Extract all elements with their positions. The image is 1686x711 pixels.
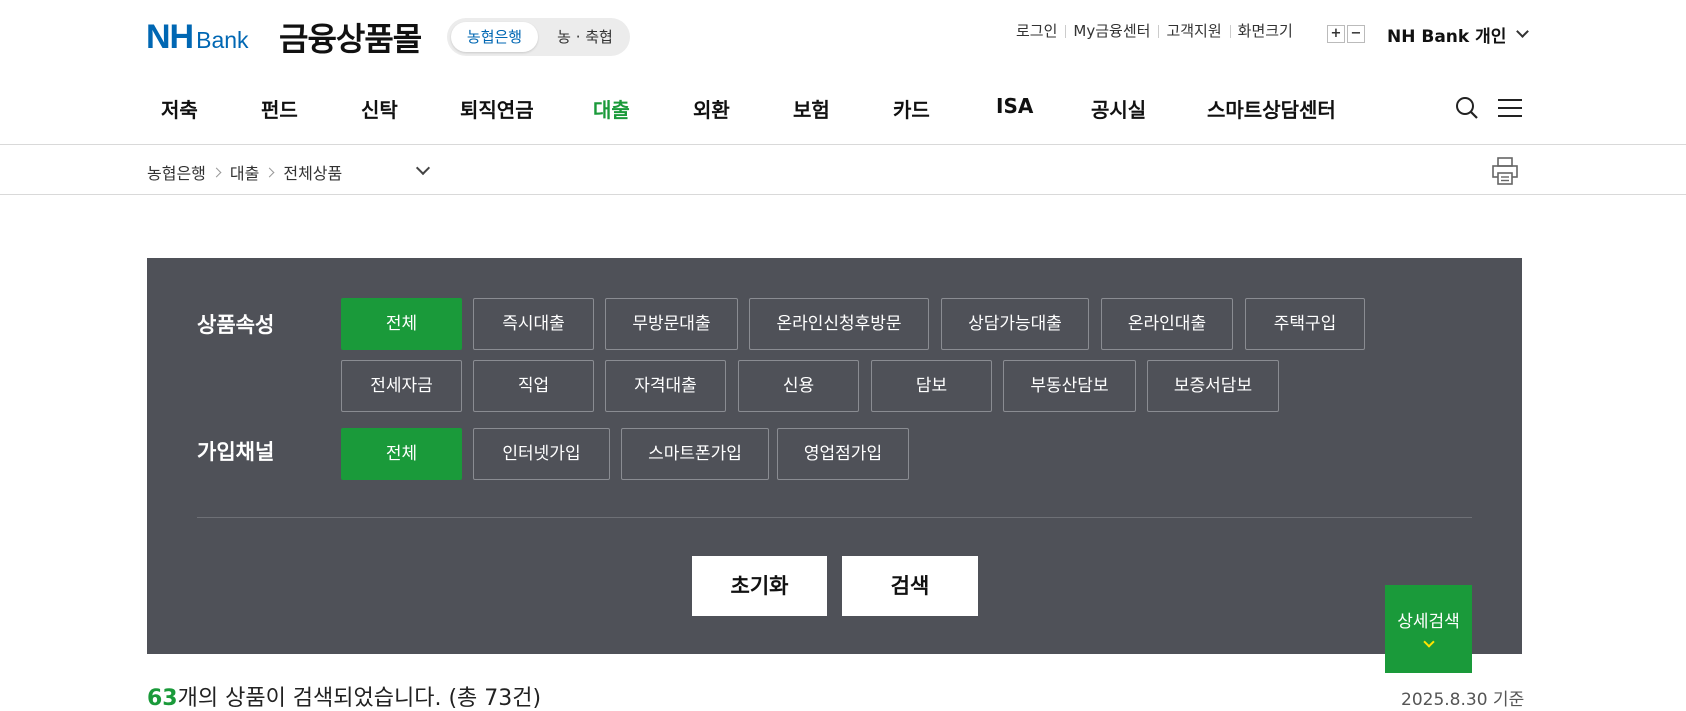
- channel-chip-all[interactable]: 전체: [341, 428, 462, 480]
- chevron-down-icon: [1516, 25, 1530, 38]
- logo-bank-text: Bank: [196, 27, 249, 53]
- main-nav: 저축 펀드 신탁 퇴직연금 대출 외환 보험 카드 ISA 공시실 스마트상담센…: [0, 94, 1686, 124]
- attr-chip-jeonse[interactable]: 전세자금: [341, 360, 462, 412]
- nav-item-loan[interactable]: 대출: [593, 94, 630, 123]
- chevron-down-icon: [1422, 636, 1435, 648]
- nh-bank-logo[interactable]: NH Bank: [146, 18, 249, 57]
- zoom-in-button[interactable]: +: [1327, 25, 1345, 43]
- basis-date: 2025.8.30 기준: [1401, 685, 1524, 710]
- reset-button[interactable]: 초기화: [692, 556, 827, 616]
- nav-item-smart-consult[interactable]: 스마트상담센터: [1207, 94, 1336, 123]
- utility-nav: 로그인 My금융센터 고객지원 화면크기: [1016, 22, 1301, 40]
- zoom-controls: + −: [1327, 25, 1365, 43]
- channel-chip-smartphone[interactable]: 스마트폰가입: [621, 428, 769, 480]
- attr-chip-consult[interactable]: 상담가능대출: [941, 298, 1089, 350]
- result-count: 63: [147, 686, 178, 711]
- customer-support-link[interactable]: 고객지원: [1158, 22, 1229, 40]
- hamburger-menu-icon[interactable]: [1498, 98, 1522, 118]
- logo-nh-text: NH: [146, 18, 194, 56]
- breadcrumb-home[interactable]: 농협은행: [147, 160, 206, 184]
- site-header: NH Bank 금융상품몰 농협은행 농 · 축협 로그인 My금융센터 고객지…: [0, 0, 1686, 145]
- search-button[interactable]: 검색: [842, 556, 978, 616]
- breadcrumb: 농협은행 대출 전체상품: [147, 160, 342, 184]
- nav-item-fund[interactable]: 펀드: [261, 94, 298, 123]
- zoom-out-button[interactable]: −: [1347, 25, 1365, 43]
- channel-label: 가입채널: [197, 440, 275, 464]
- nav-item-insurance[interactable]: 보험: [793, 94, 830, 123]
- attr-chip-home-purchase[interactable]: 주택구입: [1245, 298, 1365, 350]
- detail-search-label: 상세검색: [1397, 612, 1460, 632]
- attr-chip-real-estate[interactable]: 부동산담보: [1003, 360, 1136, 412]
- attr-chip-instant[interactable]: 즉시대출: [473, 298, 594, 350]
- toggle-nh-bank[interactable]: 농협은행: [451, 22, 538, 52]
- print-icon[interactable]: [1492, 157, 1518, 185]
- personal-menu-dropdown[interactable]: NH Bank 개인: [1387, 22, 1530, 47]
- bank-toggle: 농협은행 농 · 축협: [447, 18, 630, 56]
- attr-chip-occupation[interactable]: 직업: [473, 360, 594, 412]
- nav-item-exchange[interactable]: 외환: [693, 94, 730, 123]
- channel-chip-branch[interactable]: 영업점가입: [777, 428, 909, 480]
- attr-chip-online[interactable]: 온라인대출: [1101, 298, 1233, 350]
- result-text: 개의 상품이 검색되었습니다. (총 73건): [177, 686, 542, 711]
- site-title[interactable]: 금융상품몰: [279, 14, 422, 60]
- detail-search-button[interactable]: 상세검색: [1385, 585, 1472, 673]
- filter-panel: 상품속성 전체 즉시대출 무방문대출 온라인신청후방문 상담가능대출 온라인대출…: [147, 258, 1522, 654]
- attr-chip-guarantee[interactable]: 보증서담보: [1147, 360, 1279, 412]
- attr-chip-credit[interactable]: 신용: [738, 360, 859, 412]
- nav-item-card[interactable]: 카드: [893, 94, 930, 123]
- attr-chip-collateral[interactable]: 담보: [871, 360, 992, 412]
- filter-divider: [197, 517, 1472, 518]
- attr-chip-online-then-visit[interactable]: 온라인신청후방문: [749, 298, 929, 350]
- nav-item-disclosure[interactable]: 공시실: [1091, 94, 1146, 123]
- nav-item-isa[interactable]: ISA: [996, 94, 1033, 118]
- breadcrumb-current[interactable]: 전체상품: [283, 160, 342, 184]
- result-summary: 63개의 상품이 검색되었습니다. (총 73건): [147, 680, 541, 711]
- attr-chip-all[interactable]: 전체: [341, 298, 462, 350]
- breadcrumb-bar: 농협은행 대출 전체상품: [0, 145, 1686, 195]
- chevron-right-icon: [264, 167, 275, 177]
- attr-chip-qualification[interactable]: 자격대출: [605, 360, 726, 412]
- basis-date-suffix: 기준: [1487, 690, 1525, 710]
- nav-item-savings[interactable]: 저축: [161, 94, 198, 123]
- nav-item-trust[interactable]: 신탁: [361, 94, 398, 123]
- search-icon[interactable]: [1455, 96, 1479, 120]
- toggle-nonghyup[interactable]: 농 · 축협: [545, 22, 625, 52]
- my-finance-link[interactable]: My금융센터: [1065, 22, 1158, 40]
- nav-item-pension[interactable]: 퇴직연금: [460, 94, 534, 123]
- breadcrumb-loan[interactable]: 대출: [230, 160, 259, 184]
- basis-date-value: 2025.8.30: [1401, 690, 1488, 710]
- channel-chip-internet[interactable]: 인터넷가입: [473, 428, 610, 480]
- screen-size-label: 화면크기: [1229, 22, 1301, 40]
- product-attribute-label: 상품속성: [197, 313, 275, 337]
- personal-label: NH Bank 개인: [1387, 27, 1507, 47]
- login-link[interactable]: 로그인: [1016, 22, 1065, 40]
- chevron-right-icon: [211, 167, 222, 177]
- attr-chip-no-visit[interactable]: 무방문대출: [605, 298, 738, 350]
